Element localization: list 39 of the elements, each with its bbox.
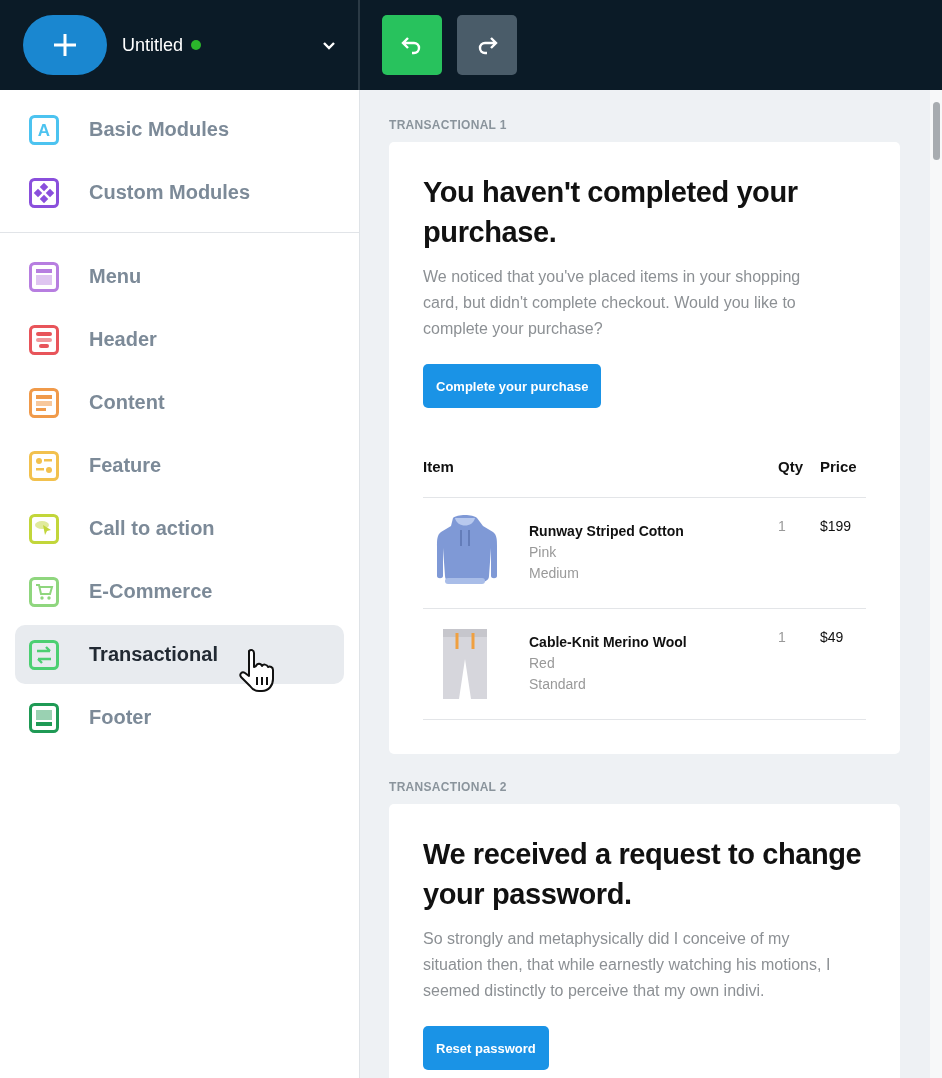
product-size: Standard [529,676,587,692]
document-title[interactable]: Untitled [122,34,184,56]
sidebar-item[interactable]: A Basic Modules [15,100,344,159]
chevron-down-icon[interactable] [322,40,336,50]
column-header: Item [423,458,455,475]
column-header: Price [820,458,858,475]
product-name: Runway Striped Cotton [529,523,684,539]
redo-button[interactable] [457,15,517,75]
cta-button[interactable]: Reset password [423,1026,549,1070]
quantity: 1 [778,517,787,536]
product-color: Red [529,655,556,671]
sidebar-item[interactable]: Call to action [15,499,344,558]
sidebar-item[interactable]: Content [15,373,344,432]
sidebar-item[interactable]: Feature [15,436,344,495]
scrollbar[interactable] [930,90,942,1078]
add-button[interactable] [23,15,107,75]
price: $199 [820,517,853,536]
product-color: Pink [529,544,558,560]
sidebar-item[interactable]: Custom Modules [15,163,344,222]
cta-button[interactable]: Complete your purchase [423,364,602,408]
quantity: 1 [778,628,787,647]
email-card[interactable] [389,804,900,1078]
sidebar-item[interactable]: Header [15,310,344,369]
section-label: TRANSACTIONAL 1 [389,118,508,132]
sidebar-item[interactable]: E-Commerce [15,562,344,621]
sidebar-item[interactable]: Footer [15,688,344,747]
hand-cursor-icon [237,647,277,693]
price: $49 [820,628,845,647]
email-heading: You haven't completed your purchase. [423,175,799,250]
product-name: Cable-Knit Merino Wool [529,634,687,650]
email-body-text: So strongly and metaphysically did I conceive of my situation then, that while earnestly watching his motions, I seemed distinctly to perceive that my own indivi. [423,929,832,1001]
email-body-text: We noticed that you've placed items in your shopping card, but didn't complete checkout. Would you like to complete your purchase? [423,267,802,339]
plus-icon [52,32,78,58]
product-size: Medium [529,565,580,581]
module-icon: A [29,114,59,145]
email-heading: We received a request to change your password. [423,837,863,912]
section-label: TRANSACTIONAL 2 [389,780,508,794]
column-header: Qty [778,458,804,475]
sidebar-item[interactable]: Menu [15,247,344,306]
